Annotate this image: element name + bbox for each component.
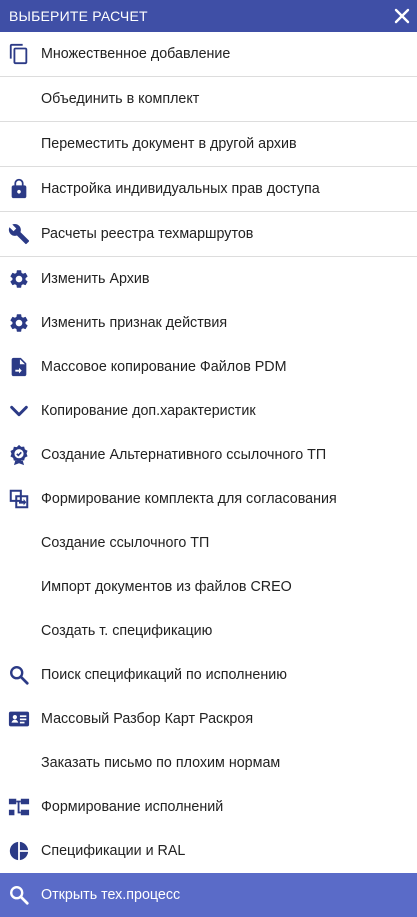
- menu-item-label: Создание Альтернативного ссылочного ТП: [41, 447, 327, 463]
- menu-item-alternative-tp[interactable]: Создание Альтернативного ссылочного ТП: [0, 433, 417, 477]
- menu-item-label: Формирование комплекта для согласования: [41, 491, 337, 507]
- menu-item-label: Массовый Разбор Карт Раскроя: [41, 711, 254, 727]
- menu-item-create-reference-tp[interactable]: Создание ссылочного ТП: [0, 521, 417, 565]
- gear-icon: [6, 311, 32, 335]
- menu-item-label: Формирование исполнений: [41, 799, 224, 815]
- panel-header: ВЫБЕРИТЕ РАСЧЕТ: [0, 0, 417, 32]
- file-move-icon: [6, 355, 32, 379]
- menu-item-label: Копирование доп.характеристик: [41, 403, 256, 419]
- menu-item-copy-characteristics[interactable]: Копирование доп.характеристик: [0, 389, 417, 433]
- menu-item-spec-ral[interactable]: Спецификации и RAL: [0, 829, 417, 873]
- bundle-icon: [6, 487, 32, 511]
- calculation-selector-panel: ВЫБЕРИТЕ РАСЧЕТ Множественное добавление…: [0, 0, 417, 917]
- menu-item-label: Спецификации и RAL: [41, 843, 186, 859]
- menu-item-approval-kit[interactable]: Формирование комплекта для согласования: [0, 477, 417, 521]
- search-icon: [6, 663, 32, 687]
- menu-item-label: Заказать письмо по плохим нормам: [41, 755, 281, 771]
- menu-item-label: Переместить документ в другой архив: [41, 136, 297, 152]
- menu-item-label: Импорт документов из файлов CREO: [41, 579, 292, 595]
- menu-item-search-spec[interactable]: Поиск спецификаций по исполнению: [0, 653, 417, 697]
- menu-item-label: Массовое копирование Файлов PDM: [41, 359, 287, 375]
- panel-title: ВЫБЕРИТЕ РАСЧЕТ: [9, 8, 148, 24]
- menu-item-label: Открыть тех.процесс: [41, 887, 181, 903]
- menu-item-mass-copy-pdm[interactable]: Массовое копирование Файлов PDM: [0, 345, 417, 389]
- menu-item-order-letter[interactable]: Заказать письмо по плохим нормам: [0, 741, 417, 785]
- id-card-icon: [6, 707, 32, 731]
- close-icon: [394, 8, 410, 24]
- menu-item-change-archive[interactable]: Изменить Архив: [0, 257, 417, 301]
- menu-item-change-action-flag[interactable]: Изменить признак действия: [0, 301, 417, 345]
- close-button[interactable]: [387, 0, 417, 32]
- menu-item-route-registry[interactable]: Расчеты реестра техмаршрутов: [0, 212, 417, 257]
- pie-icon: [6, 839, 32, 863]
- badge-check-icon: [6, 443, 32, 467]
- gear-icon: [6, 267, 32, 291]
- menu-item-label: Создание ссылочного ТП: [41, 535, 210, 551]
- copy-icon: [6, 42, 32, 66]
- wrench-icon: [6, 222, 32, 246]
- menu-item-label: Объединить в комплект: [41, 91, 200, 107]
- menu-item-open-process[interactable]: Открыть тех.процесс: [0, 873, 417, 917]
- menu-item-access-rights[interactable]: Настройка индивидуальных прав доступа: [0, 167, 417, 212]
- calculation-list: Множественное добавление Объединить в ко…: [0, 32, 417, 917]
- chevron-down-icon: [6, 399, 32, 423]
- menu-item-form-variants[interactable]: Формирование исполнений: [0, 785, 417, 829]
- search-icon: [6, 883, 32, 907]
- menu-item-move-document[interactable]: Переместить документ в другой архив: [0, 122, 417, 167]
- menu-item-cutting-maps[interactable]: Массовый Разбор Карт Раскроя: [0, 697, 417, 741]
- menu-item-label: Поиск спецификаций по исполнению: [41, 667, 287, 683]
- menu-item-combine-kit[interactable]: Объединить в комплект: [0, 77, 417, 122]
- menu-item-import-creo[interactable]: Импорт документов из файлов CREO: [0, 565, 417, 609]
- menu-item-label: Расчеты реестра техмаршрутов: [41, 226, 254, 242]
- menu-item-label: Изменить признак действия: [41, 315, 228, 331]
- menu-item-label: Создать т. спецификацию: [41, 623, 213, 639]
- menu-item-label: Настройка индивидуальных прав доступа: [41, 181, 320, 197]
- hierarchy-icon: [6, 795, 32, 819]
- menu-item-label: Множественное добавление: [41, 46, 231, 62]
- menu-item-multiple-add[interactable]: Множественное добавление: [0, 32, 417, 77]
- lock-icon: [6, 177, 32, 201]
- menu-item-label: Изменить Архив: [41, 271, 150, 287]
- menu-item-create-spec[interactable]: Создать т. спецификацию: [0, 609, 417, 653]
